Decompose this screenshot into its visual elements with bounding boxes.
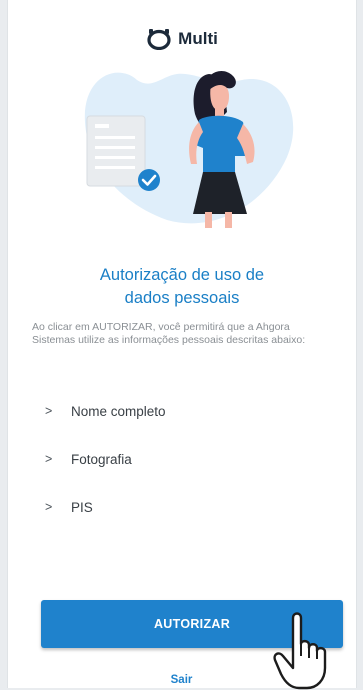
app-logo: Multi <box>7 24 357 54</box>
permission-item-fotografia: > Fotografia <box>45 449 166 469</box>
authorization-description: Ao clicar em AUTORIZAR, você permitirá q… <box>32 321 306 346</box>
logo-text: Multi <box>178 29 218 48</box>
permission-label: PIS <box>71 499 93 515</box>
chevron-right-icon: > <box>45 500 53 514</box>
page-title: Autorização de uso de dados pessoais <box>27 264 337 310</box>
permission-item-nome-completo: > Nome completo <box>45 401 166 421</box>
chevron-right-icon: > <box>45 452 53 466</box>
pointing-hand-icon <box>273 612 327 690</box>
title-line-1: Autorização de uso de <box>99 266 265 284</box>
check-badge-icon <box>138 169 160 191</box>
permission-list: > Nome completo > Fotografia > PIS <box>45 401 166 545</box>
permission-item-pis: > PIS <box>45 497 166 517</box>
phone-screen: Multi Autorização de uso de dados pessoa… <box>7 0 357 688</box>
multi-logo-icon <box>147 29 171 50</box>
permission-label: Fotografia <box>71 451 132 467</box>
privacy-illustration <box>84 71 294 228</box>
chevron-right-icon: > <box>45 404 53 418</box>
title-line-2: dados pessoais <box>124 289 240 307</box>
document-card <box>86 115 146 187</box>
permission-label: Nome completo <box>71 403 166 419</box>
